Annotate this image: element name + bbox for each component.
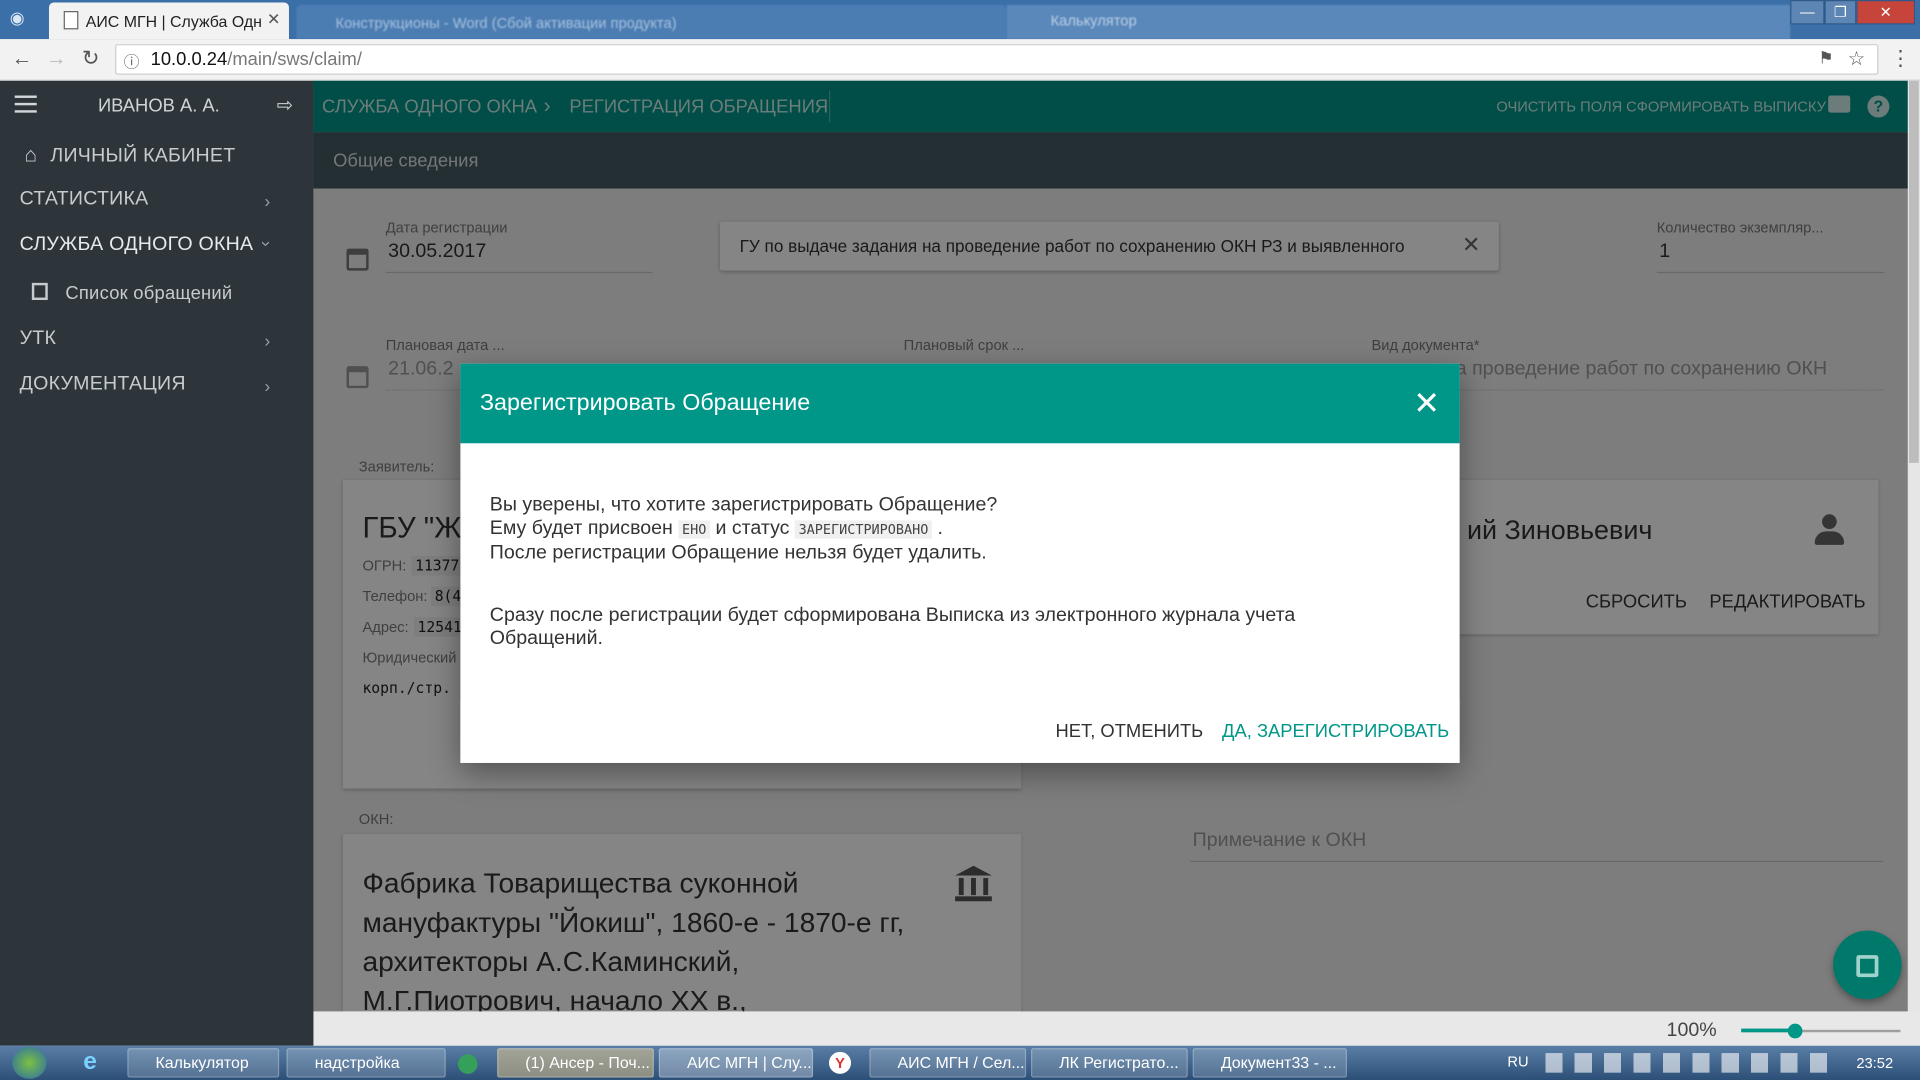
language-indicator[interactable]: RU bbox=[1507, 1053, 1528, 1070]
sidebar-item-statistics[interactable]: СТАТИСТИКА bbox=[20, 189, 149, 211]
tray-icons[interactable] bbox=[1545, 1053, 1835, 1073]
dialog-line-status-mid: и статус bbox=[715, 517, 790, 539]
menu-dots-icon[interactable]: ⋮ bbox=[1888, 47, 1912, 71]
dialog-title: Зарегистрировать Обращение bbox=[480, 390, 811, 417]
clock[interactable]: 23:52 bbox=[1856, 1054, 1893, 1071]
reload-icon[interactable]: ↻ bbox=[78, 47, 102, 71]
os-taskbar: e Калькулятор надстройка (1) Ансер - Поч… bbox=[0, 1045, 1920, 1080]
sidebar-item-docs[interactable]: ДОКУМЕНТАЦИЯ bbox=[20, 373, 186, 395]
status-code: ЗАРЕГИСТРИРОВАНО bbox=[794, 520, 932, 539]
sidebar-item-claims-list[interactable]: Список обращений bbox=[31, 282, 233, 304]
home-icon: ⌂ bbox=[24, 143, 38, 167]
dialog-footer: НЕТ, ОТМЕНИТЬ ДА, ЗАРЕГИСТРИРОВАТЬ bbox=[460, 699, 1460, 763]
dialog-line-status-post: . bbox=[937, 517, 943, 539]
start-button-icon[interactable] bbox=[12, 1046, 47, 1079]
taskbar-label: надстройка bbox=[314, 1053, 400, 1072]
close-tab-icon[interactable]: ✕ bbox=[267, 10, 280, 30]
background-window-calc[interactable]: Калькулятор bbox=[1006, 4, 1791, 40]
zoom-level: 100% bbox=[1666, 1020, 1717, 1041]
zoom-bar: 100% bbox=[313, 1011, 1920, 1046]
maximize-button[interactable]: ❐ bbox=[1824, 0, 1857, 25]
taskbar-item-mail[interactable]: (1) Ансер - Поч... bbox=[497, 1048, 654, 1078]
taskbar-label: АИС МГН | Слу... bbox=[686, 1053, 812, 1072]
dialog-line-extract: Сразу после регистрации будет сформирова… bbox=[489, 604, 1296, 649]
zoom-slider-thumb[interactable] bbox=[1787, 1023, 1803, 1039]
sidebar-item-label: СЛУЖБА ОДНОГО ОКНА bbox=[19, 233, 254, 255]
taskbar-label: ЛК Регистрато... bbox=[1059, 1053, 1179, 1072]
dialog-line-warning: После регистрации Обращение нельзя будет… bbox=[489, 542, 987, 564]
sidebar-item-utk[interactable]: УТК bbox=[20, 328, 57, 350]
taskbar-label: Калькулятор bbox=[155, 1053, 249, 1072]
chevron-right-icon: › bbox=[264, 191, 271, 211]
browser-tab-active[interactable]: АИС МГН | Служба Одн ✕ bbox=[48, 2, 289, 40]
logout-icon[interactable]: ⇨ bbox=[277, 93, 293, 117]
dialog-close-icon[interactable]: ✕ bbox=[1411, 386, 1443, 420]
sidebar-item-label: УТК bbox=[19, 328, 57, 349]
taskbar-label: АИС МГН / Сел... bbox=[897, 1053, 1025, 1072]
sidebar-item-one-window[interactable]: СЛУЖБА ОДНОГО ОКНА bbox=[20, 234, 254, 256]
dialog-header: Зарегистрировать Обращение bbox=[460, 363, 1460, 444]
bookmark-star-icon[interactable]: ☆ bbox=[1848, 47, 1866, 71]
dialog-line-status-pre: Ему будет присвоен bbox=[489, 517, 673, 539]
taskbar-item-addon[interactable]: надстройка bbox=[286, 1048, 446, 1078]
sidebar-item-cabinet[interactable]: ⌂ ЛИЧНЫЙ КАБИНЕТ bbox=[24, 143, 235, 167]
address-bar[interactable]: ⓘ 10.0.0.24/main/sws/claim/ ⚑ ☆ bbox=[115, 44, 1879, 75]
url-host: 10.0.0.24 bbox=[150, 48, 228, 70]
close-window-button[interactable]: ✕ bbox=[1856, 0, 1916, 25]
sidebar-item-label: ДОКУМЕНТАЦИЯ bbox=[19, 373, 186, 395]
eno-code: ЕНО bbox=[678, 520, 711, 539]
url-path: /main/sws/claim/ bbox=[227, 48, 362, 70]
dialog-line-status: Ему будет присвоен ЕНО и статус ЗАРЕГИСТ… bbox=[490, 517, 1421, 541]
tab-title: АИС МГН | Служба Одн bbox=[85, 12, 262, 31]
taskbar-item-calculator[interactable]: Калькулятор bbox=[127, 1048, 280, 1078]
list-icon bbox=[31, 282, 48, 301]
incognito-icon: ◉ bbox=[9, 7, 25, 27]
calc-window-title: Калькулятор bbox=[1050, 12, 1137, 30]
screen: ◉ АИС МГН | Служба Одн ✕ Конструкционы -… bbox=[0, 0, 1920, 1080]
info-icon: ⓘ bbox=[123, 52, 140, 72]
page-icon bbox=[63, 11, 79, 30]
save-icon bbox=[1856, 955, 1879, 978]
back-arrow-icon[interactable]: ← bbox=[10, 47, 34, 71]
taskbar-item-doc33[interactable]: Документ33 - ... bbox=[1192, 1048, 1347, 1078]
translate-icon[interactable]: ⚑ bbox=[1818, 48, 1833, 69]
hamburger-menu-icon[interactable] bbox=[14, 95, 37, 113]
sidebar: ИВАНОВ А. А. ⇨ ⌂ ЛИЧНЫЙ КАБИНЕТ СТАТИСТИ… bbox=[0, 80, 314, 1046]
dialog-body: Вы уверены, что хотите зарегистрировать … bbox=[490, 493, 1421, 650]
sidebar-item-label: ЛИЧНЫЙ КАБИНЕТ bbox=[50, 145, 236, 167]
chevron-right-icon: › bbox=[264, 375, 271, 396]
register-dialog: Зарегистрировать Обращение ✕ Вы уверены,… bbox=[460, 363, 1460, 763]
user-name[interactable]: ИВАНОВ А. А. bbox=[98, 96, 220, 117]
ie-icon[interactable]: e bbox=[83, 1048, 97, 1076]
sidebar-item-label: СТАТИСТИКА bbox=[19, 188, 149, 210]
confirm-register-button[interactable]: ДА, ЗАРЕГИСТРИРОВАТЬ bbox=[1222, 721, 1449, 742]
taskbar-item-lk-word[interactable]: ЛК Регистрато... bbox=[1031, 1048, 1188, 1078]
word-window-title: Конструкционы - Word (Сбой активации про… bbox=[335, 14, 677, 32]
forward-arrow-icon[interactable]: → bbox=[44, 47, 68, 71]
taskbar-label: Документ33 - ... bbox=[1220, 1053, 1337, 1072]
yandex-icon[interactable]: Y bbox=[828, 1051, 852, 1074]
app-icon-green[interactable] bbox=[457, 1054, 478, 1074]
chevron-down-icon: › bbox=[257, 240, 278, 247]
scrollbar-thumb[interactable] bbox=[1908, 80, 1919, 463]
background-window-word[interactable]: Конструкционы - Word (Сбой активации про… bbox=[296, 4, 1007, 40]
minimize-button[interactable]: — bbox=[1790, 0, 1825, 25]
save-fab-button[interactable] bbox=[1833, 930, 1902, 1000]
chevron-right-icon: › bbox=[264, 330, 271, 351]
cancel-button[interactable]: НЕТ, ОТМЕНИТЬ bbox=[1056, 721, 1204, 742]
dialog-line-confirm: Вы уверены, что хотите зарегистрировать … bbox=[489, 494, 998, 516]
sidebar-item-label: Список обращений bbox=[65, 282, 233, 304]
taskbar-item-ais-chrome[interactable]: АИС МГН | Слу... bbox=[658, 1048, 814, 1078]
taskbar-label: (1) Ансер - Поч... bbox=[525, 1053, 650, 1072]
taskbar-item-ais-yandex[interactable]: АИС МГН / Сел... bbox=[869, 1048, 1027, 1078]
browser-tab-strip: ◉ АИС МГН | Служба Одн ✕ Конструкционы -… bbox=[0, 0, 1920, 40]
